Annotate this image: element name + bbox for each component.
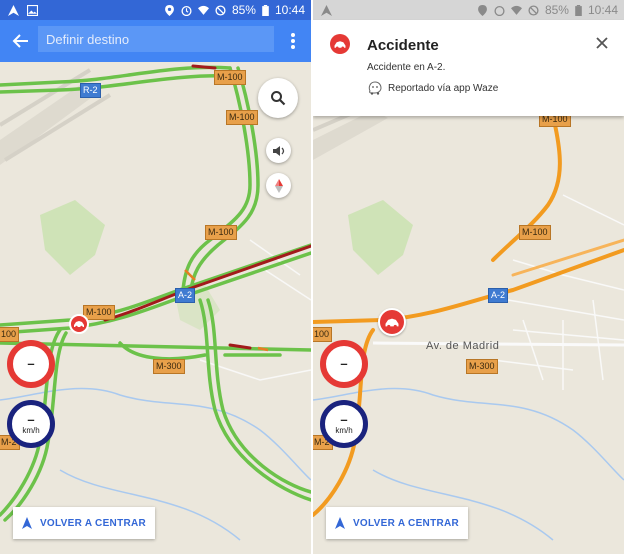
road-shield-m100: M-100 <box>83 305 115 320</box>
block-icon <box>215 4 226 16</box>
compass-icon <box>274 178 283 193</box>
status-bar: 85% 10:44 <box>313 0 624 20</box>
compass-button[interactable] <box>266 173 291 198</box>
image-icon <box>27 4 38 16</box>
screenshot-pair: R-2 M-100 M-100 M-100 M-100 A-2 M-300 10… <box>0 0 624 554</box>
battery-icon <box>575 4 582 16</box>
speed-unit: km/h <box>22 425 40 435</box>
navigation-arrow-icon <box>8 4 19 16</box>
current-speed-indicator: – km/h <box>7 400 55 448</box>
sound-button[interactable] <box>266 138 291 163</box>
recenter-label: VOLVER A CENTRAR <box>39 517 147 529</box>
navigation-screen-right: M-100 M-100 A-2 M-300 100 M-2 Av. de Mad… <box>313 0 624 554</box>
road-shield-m300: M-300 <box>466 359 498 374</box>
speed-limit-value: – <box>340 356 348 371</box>
search-icon <box>271 91 286 106</box>
close-icon[interactable] <box>595 36 609 50</box>
search-header: Definir destino <box>0 20 311 62</box>
incident-description: Accidente en A-2. <box>367 62 446 73</box>
location-icon <box>165 4 174 16</box>
navigation-arrow-icon <box>21 517 32 529</box>
destination-input[interactable]: Definir destino <box>38 26 274 52</box>
block-icon <box>528 4 539 16</box>
clock: 10:44 <box>587 3 618 17</box>
battery-percent: 85% <box>544 3 569 17</box>
alarm-icon <box>494 5 505 16</box>
speed-limit-value: – <box>27 356 35 371</box>
road-shield-m100: M-100 <box>519 225 551 240</box>
navigation-arrow-icon <box>321 4 332 16</box>
recenter-button[interactable]: VOLVER A CENTRAR <box>13 507 155 539</box>
road-shield-m100: M-100 <box>214 70 246 85</box>
more-options-icon[interactable] <box>286 30 300 52</box>
road-shield-m100: M-100 <box>226 110 258 125</box>
navigation-screen-left: R-2 M-100 M-100 M-100 M-100 A-2 M-300 10… <box>0 0 311 554</box>
road-shield-r2: R-2 <box>80 83 101 98</box>
incident-source: Reportado vía app Waze <box>388 83 499 94</box>
road-shield-edge: 100 <box>0 327 20 342</box>
road-shield-a2: A-2 <box>175 288 196 303</box>
clock: 10:44 <box>274 3 305 17</box>
speed-limit-sign: – <box>320 340 368 388</box>
accident-marker-icon[interactable] <box>378 308 406 336</box>
road-shield-m100: M-100 <box>205 225 237 240</box>
incident-title: Accidente <box>367 37 439 54</box>
battery-icon <box>262 4 269 16</box>
navigation-arrow-icon <box>334 517 345 529</box>
speed-limit-sign: – <box>7 340 55 388</box>
current-speed-indicator: – km/h <box>320 400 368 448</box>
location-icon <box>478 4 487 16</box>
incident-card[interactable]: Accidente Accidente en A-2. Reportado ví… <box>313 20 624 116</box>
current-speed-value: – <box>340 411 348 427</box>
road-shield-m300: M-300 <box>153 359 185 374</box>
road-shield-a2: A-2 <box>488 288 509 303</box>
waze-icon <box>368 81 382 95</box>
wifi-icon <box>510 5 522 15</box>
back-arrow-icon[interactable] <box>10 30 32 52</box>
wifi-icon <box>197 5 209 15</box>
street-label: Av. de Madrid <box>426 340 500 352</box>
speaker-icon <box>272 145 284 156</box>
speed-unit: km/h <box>335 425 353 435</box>
current-speed-value: – <box>27 411 35 427</box>
recenter-label: VOLVER A CENTRAR <box>352 517 460 529</box>
status-bar: 85% 10:44 <box>0 0 311 20</box>
road-shield-edge: 100 <box>313 327 333 342</box>
accident-icon <box>330 34 350 54</box>
accident-marker-icon[interactable] <box>69 314 89 334</box>
alarm-icon <box>181 5 192 16</box>
search-button[interactable] <box>258 78 298 118</box>
recenter-button[interactable]: VOLVER A CENTRAR <box>326 507 468 539</box>
battery-percent: 85% <box>231 3 256 17</box>
